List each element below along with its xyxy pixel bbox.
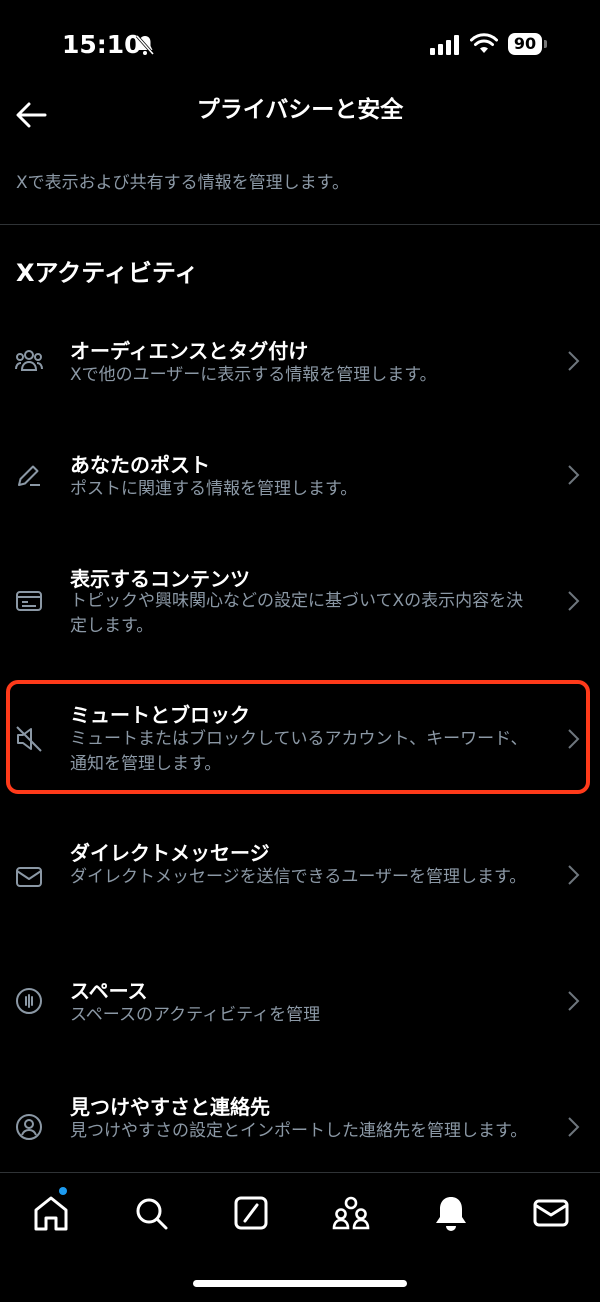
page-description: Xで表示および共有する情報を管理します。 (16, 173, 349, 193)
item-subtitle: ポストに関連する情報を管理します。 (70, 479, 358, 499)
status-time: 15:10 (62, 30, 142, 59)
setting-item-posts[interactable]: あなたのポスト ポストに関連する情報を管理します。 (0, 444, 600, 534)
item-subtitle: ダイレクトメッセージを送信できるユーザーを管理します。 (70, 867, 527, 887)
notification-dot (59, 1187, 67, 1195)
chevron-right-icon (568, 465, 580, 485)
setting-item-discoverability[interactable]: 見つけやすさと連絡先 見つけやすさの設定とインポートした連絡先を管理します。 (0, 1086, 600, 1172)
bell-icon[interactable] (431, 1193, 471, 1233)
home-indicator (193, 1280, 407, 1287)
setting-item-dm[interactable]: ダイレクトメッセージ ダイレクトメッセージを送信できるユーザーを管理します。 (0, 832, 600, 932)
contact-icon (16, 1114, 42, 1140)
item-title: ダイレクトメッセージ (70, 841, 270, 865)
section-title: Xアクティビティ (16, 259, 199, 287)
chevron-right-icon (568, 351, 580, 371)
wifi-icon (470, 33, 498, 53)
highlight-box (6, 680, 590, 794)
mail-tab-icon[interactable] (531, 1193, 571, 1233)
status-bar: 15:10 90 (0, 0, 600, 88)
item-subtitle: Xで他のユーザーに表示する情報を管理します。 (70, 365, 437, 385)
item-title: あなたのポスト (70, 453, 210, 477)
setting-item-content[interactable]: 表示するコンテンツ トピックや興味関心などの設定に基づいてXの表示内容を決定しま… (0, 558, 600, 658)
divider (0, 224, 600, 225)
item-subtitle: 見つけやすさの設定とインポートした連絡先を管理します。 (70, 1121, 528, 1141)
mail-icon (16, 867, 42, 887)
grok-icon[interactable] (231, 1193, 271, 1233)
bell-off-icon (135, 35, 155, 55)
item-subtitle: スペースのアクティビティを管理 (70, 1005, 321, 1025)
setting-item-spaces[interactable]: スペース スペースのアクティビティを管理 (0, 970, 600, 1050)
chevron-right-icon (568, 991, 580, 1011)
communities-icon[interactable] (331, 1193, 371, 1233)
spaces-icon (16, 988, 42, 1014)
setting-item-audience[interactable]: オーディエンスとタグ付け Xで他のユーザーに表示する情報を管理します。 (0, 330, 600, 420)
chevron-right-icon (568, 1117, 580, 1137)
page-title: プライバシーと安全 (196, 97, 404, 123)
chevron-right-icon (568, 591, 580, 611)
battery-indicator: 90 (508, 33, 542, 55)
search-icon[interactable] (131, 1193, 171, 1233)
item-title: スペース (70, 979, 148, 1003)
pencil-icon (18, 465, 40, 486)
content-icon (16, 591, 42, 611)
signal-icon (430, 35, 459, 55)
chevron-right-icon (568, 865, 580, 885)
people-icon (15, 350, 43, 371)
battery-nub (544, 40, 547, 48)
item-title: 見つけやすさと連絡先 (70, 1095, 270, 1119)
home-icon[interactable] (31, 1193, 71, 1233)
item-subtitle: トピックや興味関心などの設定に基づいてXの表示内容を決定します。 (70, 591, 524, 636)
item-title: オーディエンスとタグ付け (70, 339, 309, 363)
item-title: 表示するコンテンツ (70, 567, 250, 591)
header: プライバシーと安全 (0, 88, 600, 150)
